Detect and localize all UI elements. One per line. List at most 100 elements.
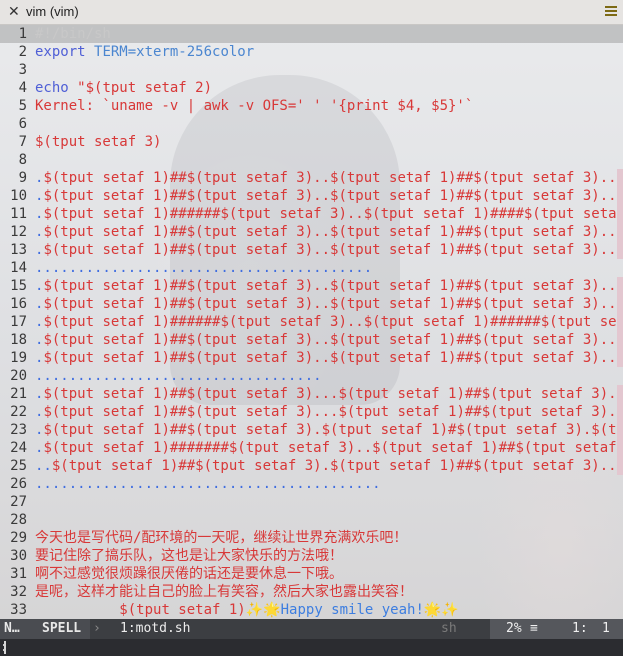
line-number: 3: [18, 62, 27, 78]
line-overflow-marker: [617, 313, 623, 331]
code-token: export: [35, 44, 95, 60]
code-token: $(tput setaf 1)######$(tput setaf 3)..$(…: [43, 314, 623, 330]
mode-indicator: N… SPELL: [0, 619, 90, 639]
line-overflow-marker: [617, 241, 623, 259]
code-token: ✨🌟: [245, 602, 281, 618]
editor-line[interactable]: 18 .$(tput setaf 1)##$(tput setaf 3)..$(t…: [0, 331, 623, 349]
editor-line[interactable]: 16 .$(tput setaf 1)##$(tput setaf 3)..$(t…: [0, 295, 623, 313]
editor-line[interactable]: 25 ..$(tput setaf 1)##$(tput setaf 3).$(t…: [0, 457, 623, 475]
statusline: N… SPELL › 1:motd.sh sh 2% ≡ 1: 1: [0, 619, 623, 639]
editor-line[interactable]: 33 $(tput setaf 1)✨🌟Happy smile yeah!🌟✨: [0, 601, 623, 619]
spell-label: SPELL: [42, 621, 82, 636]
line-number: 11: [10, 206, 27, 222]
line-text: .$(tput setaf 1)##$(tput setaf 3)..$(tpu…: [35, 187, 623, 205]
line-text: 啊不过感觉很烦躁很厌倦的话还是要休息一下哦。: [35, 565, 343, 583]
code-token: Kernel: `uname -v | awk -v OFS=' ' '{pri…: [35, 98, 474, 114]
buffer-name: 1:motd.sh: [120, 621, 191, 636]
editor-line[interactable]: 23 .$(tput setaf 1)##$(tput setaf 3).$(tp…: [0, 421, 623, 439]
line-text: #!/bin/sh: [35, 25, 111, 43]
line-overflow-marker: [617, 187, 623, 205]
editor-line[interactable]: 27: [0, 493, 623, 511]
command-line[interactable]: :: [0, 639, 623, 656]
line-number: 26: [10, 476, 27, 492]
code-token: ..: [35, 458, 52, 474]
line-number: 13: [10, 242, 27, 258]
editor-line[interactable]: 6: [0, 115, 623, 133]
editor-line[interactable]: 32 是呢，这样才能让自己的脸上有笑容，然后大家也露出笑容！: [0, 583, 623, 601]
code-token: #!/bin/sh: [35, 26, 111, 42]
line-overflow-marker: [617, 169, 623, 187]
code-token: Happy smile yeah!: [280, 602, 424, 618]
code-token: 要记住除了搞乐队，这也是让大家快乐的方法哦！: [35, 548, 343, 564]
code-token: $(tput setaf 3): [35, 134, 162, 150]
editor-line[interactable]: 28: [0, 511, 623, 529]
line-number: 23: [10, 422, 27, 438]
editor-line[interactable]: 17 .$(tput setaf 1)######$(tput setaf 3).…: [0, 313, 623, 331]
editor-line[interactable]: 24 .$(tput setaf 1)#######$(tput setaf 3)…: [0, 439, 623, 457]
editor-line[interactable]: 21 .$(tput setaf 1)##$(tput setaf 3)...$(…: [0, 385, 623, 403]
cursor-col: 1: [602, 621, 610, 636]
editor-line[interactable]: 2 export TERM=xterm-256color: [0, 43, 623, 61]
line-text: ..$(tput setaf 1)##$(tput setaf 3).$(tpu…: [35, 457, 623, 475]
line-number: 31: [10, 566, 27, 582]
mode-label: N…: [4, 621, 20, 636]
line-number: 17: [10, 314, 27, 330]
editor-line[interactable]: 11 .$(tput setaf 1)######$(tput setaf 3).…: [0, 205, 623, 223]
code-token: $(tput setaf 1)##$(tput setaf 3)...$(tpu…: [43, 386, 623, 402]
editor-line[interactable]: 22 .$(tput setaf 1)##$(tput setaf 3)...$(…: [0, 403, 623, 421]
editor-line[interactable]: 1 #!/bin/sh: [0, 25, 623, 43]
line-number: 8: [18, 152, 27, 168]
line-number: 6: [18, 116, 27, 132]
code-token: $(tput setaf 1)#######$(tput setaf 3)..$…: [43, 440, 623, 456]
editor-line[interactable]: 12 .$(tput setaf 1)##$(tput setaf 3)..$(t…: [0, 223, 623, 241]
line-text: 要记住除了搞乐队，这也是让大家快乐的方法哦！: [35, 547, 343, 565]
cursor-line: 1:: [572, 621, 588, 636]
hamburger-icon[interactable]: [605, 6, 617, 17]
line-text: 是呢，这样才能让自己的脸上有笑容，然后大家也露出笑容！: [35, 583, 413, 601]
line-overflow-marker: [617, 385, 623, 403]
editor-line[interactable]: 9 .$(tput setaf 1)##$(tput setaf 3)..$(tp…: [0, 169, 623, 187]
editor-line[interactable]: 30 要记住除了搞乐队，这也是让大家快乐的方法哦！: [0, 547, 623, 565]
editor-line[interactable]: 4 echo "$(tput setaf 2): [0, 79, 623, 97]
line-text: ..................................: [35, 367, 322, 385]
close-icon[interactable]: ✕: [8, 5, 20, 19]
editor-line[interactable]: 10 .$(tput setaf 1)##$(tput setaf 3)..$(t…: [0, 187, 623, 205]
editor-line[interactable]: 29 今天也是写代码/配环境的一天呢，继续让世界充满欢乐吧！: [0, 529, 623, 547]
code-token: $(tput setaf 1)##$(tput setaf 3)..$(tput…: [43, 188, 623, 204]
editor-line[interactable]: 14......................................…: [0, 259, 623, 277]
line-number: 28: [10, 512, 27, 528]
line-number: 2: [18, 44, 27, 60]
code-token: 今天也是写代码/配环境的一天呢，继续让世界充满欢乐吧！: [35, 530, 408, 546]
editor-line[interactable]: 13 .$(tput setaf 1)##$(tput setaf 3)..$(t…: [0, 241, 623, 259]
editor-line[interactable]: 20..................................: [0, 367, 623, 385]
line-text: $(tput setaf 1)✨🌟Happy smile yeah!🌟✨: [35, 601, 458, 619]
line-text: .$(tput setaf 1)######$(tput setaf 3)..$…: [35, 205, 623, 223]
code-token: 啊不过感觉很烦躁很厌倦的话还是要休息一下哦。: [35, 566, 343, 582]
line-overflow-marker: [617, 295, 623, 313]
line-number: 19: [10, 350, 27, 366]
line-text: Kernel: `uname -v | awk -v OFS=' ' '{pri…: [35, 97, 473, 115]
line-overflow-marker: [617, 457, 623, 475]
line-text: .$(tput setaf 1)##$(tput setaf 3)..$(tpu…: [35, 277, 623, 295]
editor-line[interactable]: 7 $(tput setaf 3): [0, 133, 623, 151]
position-indicator: 2% ≡ 1: 1: [490, 619, 623, 639]
line-text: 今天也是写代码/配环境的一天呢，继续让世界充满欢乐吧！: [35, 529, 407, 547]
editor-line[interactable]: 3: [0, 61, 623, 79]
editor-line[interactable]: 5 Kernel: `uname -v | awk -v OFS=' ' '{pr…: [0, 97, 623, 115]
editor-line[interactable]: 31 啊不过感觉很烦躁很厌倦的话还是要休息一下哦。: [0, 565, 623, 583]
editor-buffer[interactable]: 1 #!/bin/sh 2 export TERM=xterm-256color 3 4 e…: [0, 25, 623, 619]
code-token: $(tput setaf 1): [119, 602, 246, 618]
editor-line[interactable]: 15 .$(tput setaf 1)##$(tput setaf 3)..$(t…: [0, 277, 623, 295]
line-text: .$(tput setaf 1)##$(tput setaf 3)..$(tpu…: [35, 349, 623, 367]
separator-icon: ›: [93, 621, 101, 636]
line-number: 27: [10, 494, 27, 510]
editor-line[interactable]: 8: [0, 151, 623, 169]
editor-line[interactable]: 19 .$(tput setaf 1)##$(tput setaf 3)..$(t…: [0, 349, 623, 367]
line-number: 15: [10, 278, 27, 294]
code-token: echo: [35, 80, 78, 96]
line-overflow-marker: [617, 331, 623, 349]
line-overflow-marker: [617, 277, 623, 295]
line-number: 9: [18, 170, 27, 186]
editor-line[interactable]: 26......................................…: [0, 475, 623, 493]
line-text: export TERM=xterm-256color: [35, 43, 254, 61]
